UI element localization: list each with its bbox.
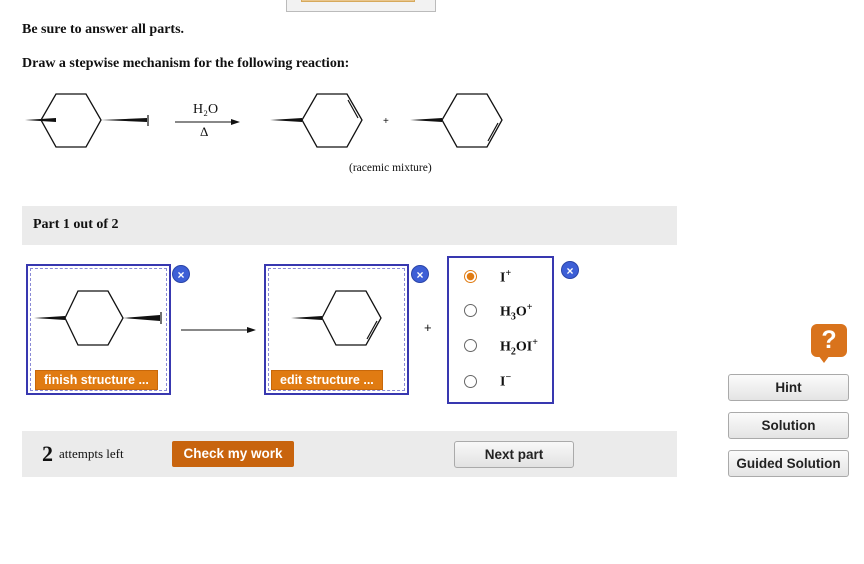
help-bubble-tail <box>818 355 830 363</box>
product-2-structure <box>410 93 503 148</box>
top-tab <box>286 0 436 12</box>
drawing-box-2[interactable]: edit structure ... <box>264 264 409 395</box>
footer-bar: 2 attempts left Check my work Next part <box>22 431 677 477</box>
choice-label-4[interactable]: I− <box>500 372 511 391</box>
drawing-1-structure <box>34 290 162 346</box>
condition-label: Δ <box>200 124 209 139</box>
radio-option-2[interactable] <box>464 304 477 317</box>
racemic-note: (racemic mixture) <box>349 162 432 174</box>
guided-solution-button[interactable]: Guided Solution <box>728 450 849 477</box>
choice-label-3[interactable]: H2OI+ <box>500 337 538 357</box>
mechanism-arrow <box>181 327 256 333</box>
instruction-answer-all: Be sure to answer all parts. <box>22 22 185 37</box>
choice-label-2[interactable]: H3O+ <box>500 302 532 322</box>
attempts-label: attempts left <box>59 446 124 461</box>
reactant-structure <box>25 93 149 148</box>
instruction-draw-mechanism: Draw a stepwise mechanism for the follow… <box>22 56 350 71</box>
top-tab-highlight <box>301 0 415 2</box>
reagent-label: H₂O <box>193 102 219 117</box>
drawing-box-1[interactable]: finish structure ... <box>26 264 171 395</box>
product-plus: + <box>383 116 389 127</box>
help-icon[interactable]: ? <box>811 324 847 357</box>
workspace-plus: + <box>424 320 432 335</box>
close-box-1-icon[interactable]: × <box>172 265 190 283</box>
hint-button[interactable]: Hint <box>728 374 849 401</box>
drawing-2-structure <box>291 290 382 346</box>
radio-option-1[interactable] <box>464 270 477 283</box>
choice-label-1[interactable]: I+ <box>500 268 511 287</box>
attempts-count: 2 <box>42 441 53 466</box>
finish-structure-button[interactable]: finish structure ... <box>35 370 158 390</box>
product-1-structure <box>270 93 363 148</box>
part-header: Part 1 out of 2 <box>22 206 677 245</box>
check-my-work-button[interactable]: Check my work <box>172 441 294 467</box>
edit-structure-button[interactable]: edit structure ... <box>271 370 383 390</box>
radio-option-4[interactable] <box>464 375 477 388</box>
reaction-arrow <box>175 119 240 125</box>
radio-option-3[interactable] <box>464 339 477 352</box>
close-box-2-icon[interactable]: × <box>411 265 429 283</box>
solution-button[interactable]: Solution <box>728 412 849 439</box>
next-part-button[interactable]: Next part <box>454 441 574 468</box>
part-label: Part 1 out of 2 <box>33 217 119 232</box>
close-choices-icon[interactable]: × <box>561 261 579 279</box>
